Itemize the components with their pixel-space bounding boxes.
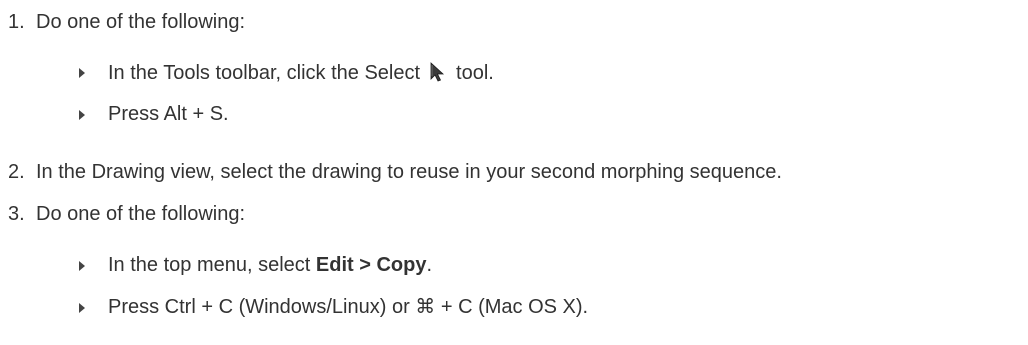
menu-path: Edit > Copy	[315, 254, 427, 276]
bullet-icon	[79, 110, 85, 120]
select-arrow-icon	[426, 60, 450, 84]
step-number: 2.	[8, 161, 25, 183]
substep-text: In the top menu, select Edit > Copy.	[108, 254, 433, 276]
step-text: Do one of the following:	[36, 203, 246, 225]
substep-text: Press Ctrl + C (Windows/Linux) or ⌘ + C …	[108, 296, 589, 318]
step-number: 3.	[8, 203, 25, 225]
step-text: Do one of the following:	[36, 11, 246, 33]
substep-text: Press Alt + S.	[108, 103, 229, 125]
step-number: 1.	[8, 11, 25, 33]
bullet-icon	[79, 261, 85, 271]
bullet-icon	[79, 303, 85, 313]
substep-text: In the Tools toolbar, click the Select t…	[108, 60, 494, 84]
bullet-icon	[79, 68, 85, 78]
step-text: In the Drawing view, select the drawing …	[36, 161, 782, 183]
